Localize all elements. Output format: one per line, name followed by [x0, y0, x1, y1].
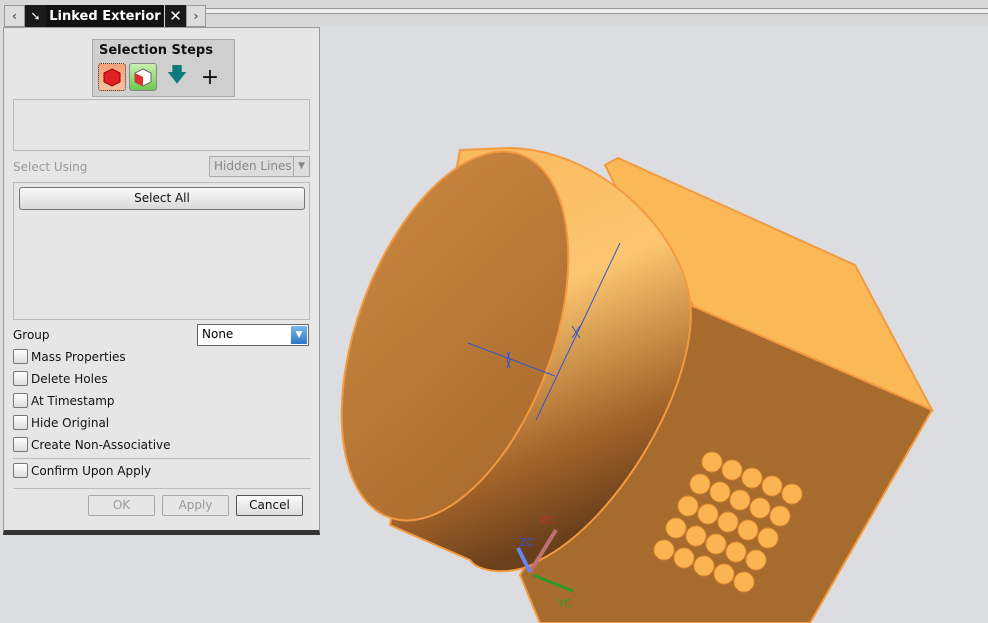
hole [741, 467, 763, 489]
hole [673, 547, 695, 569]
plus-icon[interactable]: + [196, 63, 224, 91]
checkbox-label: Confirm Upon Apply [31, 463, 152, 478]
selection-list[interactable] [13, 99, 310, 151]
select-using-dropdown[interactable]: Hidden Lines ▼ [209, 156, 310, 177]
xc-label: XC [540, 514, 555, 527]
selection-steps-title: Selection Steps [99, 43, 213, 58]
apply-button[interactable]: Apply [162, 495, 229, 516]
ok-button[interactable]: OK [88, 495, 155, 516]
hole [653, 539, 675, 561]
pin-icon[interactable]: ➘ [25, 5, 46, 27]
delete-holes-checkbox[interactable]: Delete Holes [13, 371, 108, 386]
group-dropdown[interactable]: None ▼ [197, 324, 309, 346]
mass-properties-checkbox[interactable]: Mass Properties [13, 349, 126, 364]
hole [745, 549, 767, 571]
checkbox-label: At Timestamp [31, 393, 115, 408]
checkbox-box [13, 437, 28, 452]
chevron-right-icon[interactable]: › [186, 5, 206, 27]
divider [13, 458, 311, 459]
chevron-down-icon: ▼ [293, 157, 309, 176]
arrow-down-icon[interactable]: 🡇 [163, 62, 191, 91]
hole [781, 483, 803, 505]
hole [677, 495, 699, 517]
select-all-button[interactable]: Select All [19, 187, 305, 210]
hole [685, 525, 707, 547]
cancel-button[interactable]: Cancel [236, 495, 303, 516]
linked-exterior-dialog: Selection Steps 🡇 + Select Using Hidden … [3, 27, 320, 535]
group-value: None [202, 327, 234, 341]
hole [721, 459, 743, 481]
hole [769, 505, 791, 527]
hole [693, 555, 715, 577]
close-icon[interactable]: ✕ [165, 5, 186, 27]
yc-label: YC [557, 597, 572, 610]
checkbox-box [13, 393, 28, 408]
hole [665, 517, 687, 539]
selection-panel: Select All [13, 182, 310, 320]
hole [705, 533, 727, 555]
create-non-associative-checkbox[interactable]: Create Non-Associative [13, 437, 171, 452]
faces-step-button[interactable] [129, 63, 157, 91]
hole [737, 519, 759, 541]
hide-original-checkbox[interactable]: Hide Original [13, 415, 109, 430]
checkbox-box [13, 415, 28, 430]
faces-icon [134, 68, 152, 87]
selection-steps: Selection Steps 🡇 + [92, 39, 235, 97]
hole [749, 497, 771, 519]
hole [717, 511, 739, 533]
hole [729, 489, 751, 511]
checkbox-label: Create Non-Associative [31, 437, 171, 452]
checkbox-label: Mass Properties [31, 349, 126, 364]
hole [709, 481, 731, 503]
confirm-upon-apply-checkbox[interactable]: Confirm Upon Apply [13, 463, 151, 478]
chevron-left-icon[interactable]: ‹ [4, 5, 25, 27]
hole [761, 475, 783, 497]
checkbox-box [13, 349, 28, 364]
solid-body-step-button[interactable] [98, 63, 126, 91]
zc-label: ZC [519, 536, 535, 549]
hole [697, 503, 719, 525]
hole [689, 473, 711, 495]
checkbox-box [13, 463, 28, 478]
checkbox-label: Delete Holes [31, 371, 108, 386]
chevron-down-icon: ▼ [291, 326, 307, 344]
checkbox-box [13, 371, 28, 386]
hole [757, 527, 779, 549]
solid-body-icon [103, 68, 121, 87]
checkbox-label: Hide Original [31, 415, 110, 430]
select-using-label: Select Using [13, 160, 88, 174]
group-label: Group [13, 328, 50, 342]
at-timestamp-checkbox[interactable]: At Timestamp [13, 393, 115, 408]
hole [725, 541, 747, 563]
divider [13, 488, 311, 489]
hole [733, 571, 755, 593]
dialog-title: Linked Exterior [46, 5, 164, 27]
select-using-value: Hidden Lines [214, 159, 292, 173]
hole [713, 563, 735, 585]
hole [701, 451, 723, 473]
